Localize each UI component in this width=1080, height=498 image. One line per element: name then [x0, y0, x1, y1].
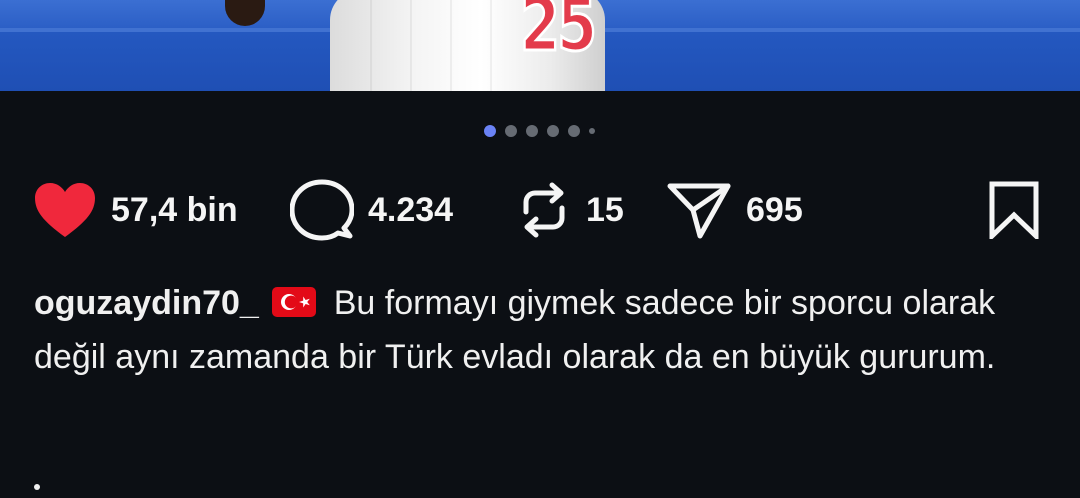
carousel-dot-active	[484, 125, 496, 137]
comment-icon	[290, 179, 354, 241]
carousel-dot-small	[589, 128, 595, 134]
share-button[interactable]: 695	[666, 178, 803, 242]
post-caption: oguzaydin70_ Bu formayı giymek sadece bi…	[34, 276, 1044, 384]
heart-icon	[35, 183, 95, 237]
bookmark-icon	[989, 181, 1039, 239]
jersey-number: 25	[519, 0, 599, 70]
carousel-dot	[568, 125, 580, 137]
caption-username[interactable]: oguzaydin70_	[34, 284, 259, 322]
post-action-bar: 57,4 bin 4.234 15 695	[33, 178, 1048, 242]
post-photo[interactable]: 25	[0, 0, 1080, 91]
carousel-dot	[547, 125, 559, 137]
carousel-dot	[505, 125, 517, 137]
carousel-dot	[526, 125, 538, 137]
turkey-flag-icon	[272, 287, 317, 317]
repost-count: 15	[586, 190, 624, 229]
like-button[interactable]: 57,4 bin	[33, 178, 238, 242]
repost-icon	[523, 182, 565, 238]
carousel-indicator	[484, 124, 595, 138]
comment-button[interactable]: 4.234	[290, 178, 453, 242]
share-count: 695	[746, 190, 803, 229]
like-count: 57,4 bin	[111, 190, 238, 229]
photo-jersey: 25	[330, 0, 605, 91]
repost-button[interactable]: 15	[516, 178, 624, 242]
comments-preview-partial	[34, 478, 454, 498]
share-icon	[667, 183, 731, 239]
comment-count: 4.234	[368, 190, 454, 229]
bookmark-button[interactable]	[988, 178, 1040, 242]
